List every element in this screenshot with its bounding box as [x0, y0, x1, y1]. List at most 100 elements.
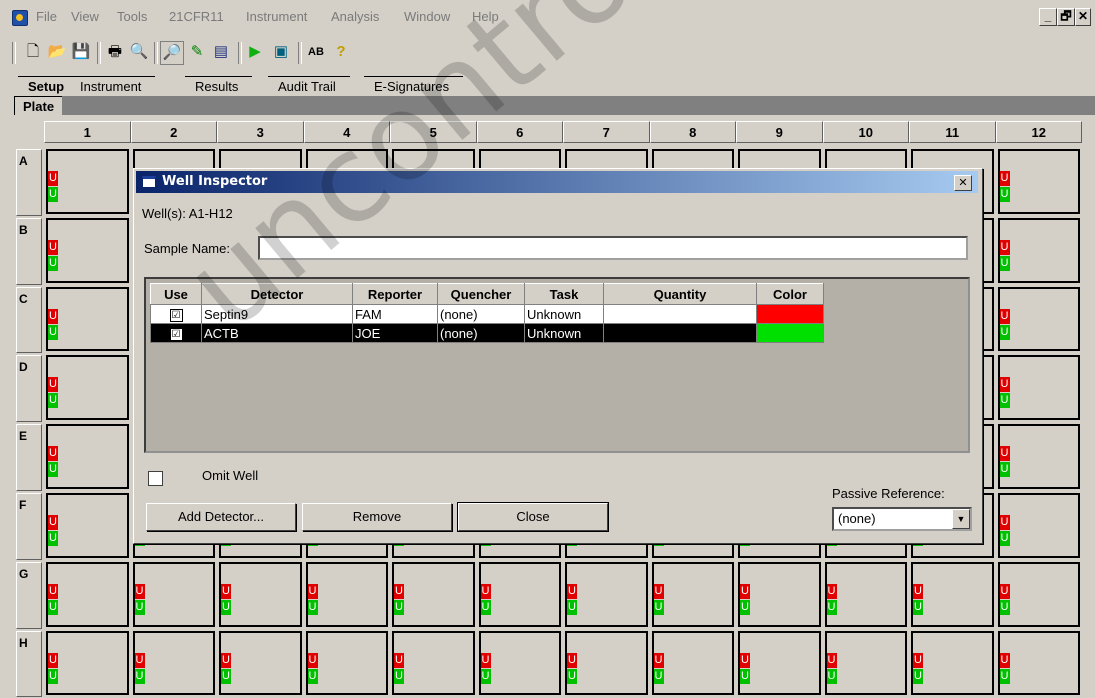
spelling-icon[interactable]: AB	[305, 41, 327, 63]
column-header-color[interactable]: Color	[756, 283, 824, 305]
row-header-b[interactable]: B	[16, 217, 42, 285]
row-header-f[interactable]: F	[16, 493, 42, 560]
menu-analysis[interactable]: Analysis	[331, 9, 379, 24]
tab-e-signatures[interactable]: E-Signatures	[364, 76, 464, 96]
well-g11[interactable]: UU	[911, 561, 994, 627]
new-document-icon[interactable]: 🗋	[22, 41, 44, 63]
row-header-h[interactable]: H	[16, 630, 42, 698]
table-row[interactable]: ☑ Septin9 FAM (none) Unknown	[150, 304, 824, 324]
column-header-3[interactable]: 3	[217, 121, 304, 143]
well-g1[interactable]: UU	[46, 561, 129, 627]
dialog-close-icon[interactable]: ✕	[954, 175, 972, 191]
row-header-e[interactable]: E	[16, 424, 42, 491]
well-h1[interactable]: UU	[46, 630, 129, 696]
plate-layout-icon[interactable]: ▤	[210, 41, 232, 63]
tab-plate[interactable]: Plate	[14, 96, 63, 116]
menu-21cfr11[interactable]: 21CFR11	[169, 9, 224, 24]
run-icon[interactable]: ▶	[244, 41, 266, 63]
restore-icon[interactable]: 🗗	[1057, 8, 1075, 26]
column-header-quantity[interactable]: Quantity	[603, 283, 757, 305]
well-a12[interactable]: UU	[997, 149, 1080, 214]
well-g7[interactable]: UU	[565, 561, 648, 627]
detector-cell[interactable]: Septin9	[201, 304, 353, 324]
table-row[interactable]: ☑ ACTB JOE (none) Unknown	[150, 323, 824, 343]
well-d1[interactable]: UU	[46, 355, 129, 421]
task-cell[interactable]: Unknown	[524, 323, 604, 343]
column-header-detector[interactable]: Detector	[201, 283, 353, 305]
detector-cell[interactable]: ACTB	[201, 323, 353, 343]
chevron-down-icon[interactable]: ▼	[952, 509, 970, 529]
column-header-1[interactable]: 1	[44, 121, 131, 143]
column-header-use[interactable]: Use	[150, 283, 202, 305]
well-g5[interactable]: UU	[392, 561, 475, 627]
well-c1[interactable]: UU	[46, 286, 129, 352]
well-g10[interactable]: UU	[824, 561, 907, 627]
remove-button[interactable]: Remove	[302, 503, 452, 531]
well-b1[interactable]: UU	[46, 217, 129, 283]
sample-name-input[interactable]	[258, 236, 968, 260]
reporter-cell[interactable]: JOE	[352, 323, 438, 343]
quencher-cell[interactable]: (none)	[437, 323, 525, 343]
use-checkbox[interactable]: ☑	[150, 304, 202, 324]
well-h4[interactable]: UU	[305, 630, 388, 696]
menu-file[interactable]: File	[36, 9, 57, 24]
menu-help[interactable]: Help	[472, 9, 499, 24]
omit-well-checkbox[interactable]	[148, 471, 163, 486]
color-swatch[interactable]	[756, 323, 824, 343]
reporter-cell[interactable]: FAM	[352, 304, 438, 324]
menu-window[interactable]: Window	[404, 9, 450, 24]
row-header-d[interactable]: D	[16, 355, 42, 423]
well-h10[interactable]: UU	[824, 630, 907, 696]
open-folder-icon[interactable]: 📂	[46, 41, 68, 63]
well-f12[interactable]: UU	[997, 493, 1080, 558]
well-e1[interactable]: UU	[46, 424, 129, 489]
well-a1[interactable]: UU	[46, 149, 129, 214]
well-e12[interactable]: UU	[997, 424, 1080, 489]
column-header-7[interactable]: 7	[563, 121, 650, 143]
row-header-g[interactable]: G	[16, 561, 42, 629]
well-h9[interactable]: UU	[738, 630, 821, 696]
menu-instrument[interactable]: Instrument	[246, 9, 307, 24]
save-icon[interactable]: 💾	[70, 41, 92, 63]
menu-view[interactable]: View	[71, 9, 99, 24]
passive-reference-select[interactable]: (none) ▼	[832, 507, 972, 531]
well-h11[interactable]: UU	[911, 630, 994, 696]
use-checkbox[interactable]: ☑	[150, 323, 202, 343]
column-header-quencher[interactable]: Quencher	[437, 283, 525, 305]
well-h5[interactable]: UU	[392, 630, 475, 696]
tab-audit-trail[interactable]: Audit Trail	[268, 76, 350, 96]
quantity-cell[interactable]	[603, 304, 757, 324]
column-header-reporter[interactable]: Reporter	[352, 283, 438, 305]
well-g8[interactable]: UU	[651, 561, 734, 627]
edit-icon[interactable]: ✎	[186, 41, 208, 63]
menu-tools[interactable]: Tools	[117, 9, 147, 24]
inspect-icon[interactable]: 🔎	[160, 41, 184, 65]
tab-results[interactable]: Results	[185, 76, 253, 96]
column-header-5[interactable]: 5	[390, 121, 477, 143]
print-preview-icon[interactable]: 🔍	[128, 41, 150, 63]
well-h7[interactable]: UU	[565, 630, 648, 696]
well-g6[interactable]: UU	[478, 561, 561, 627]
column-header-12[interactable]: 12	[995, 121, 1082, 143]
analyze-icon[interactable]: ▣	[270, 41, 292, 63]
well-h3[interactable]: UU	[219, 630, 302, 696]
add-detector-button[interactable]: Add Detector...	[146, 503, 296, 531]
well-d12[interactable]: UU	[997, 355, 1080, 421]
color-swatch[interactable]	[756, 304, 824, 324]
tab-instrument[interactable]: Instrument	[70, 76, 156, 96]
well-g3[interactable]: UU	[219, 561, 302, 627]
minimize-icon[interactable]: _	[1039, 8, 1057, 26]
quencher-cell[interactable]: (none)	[437, 304, 525, 324]
help-icon[interactable]: ?	[330, 41, 352, 63]
column-header-9[interactable]: 9	[736, 121, 823, 143]
well-g2[interactable]: UU	[132, 561, 215, 627]
well-h2[interactable]: UU	[132, 630, 215, 696]
print-icon[interactable]: 🖶	[104, 41, 126, 63]
well-c12[interactable]: UU	[997, 286, 1080, 352]
close-button[interactable]: Close	[457, 502, 609, 532]
well-f1[interactable]: UU	[46, 493, 129, 558]
well-h12[interactable]: UU	[997, 630, 1080, 696]
well-h8[interactable]: UU	[651, 630, 734, 696]
column-header-11[interactable]: 11	[909, 121, 996, 143]
column-header-6[interactable]: 6	[476, 121, 563, 143]
